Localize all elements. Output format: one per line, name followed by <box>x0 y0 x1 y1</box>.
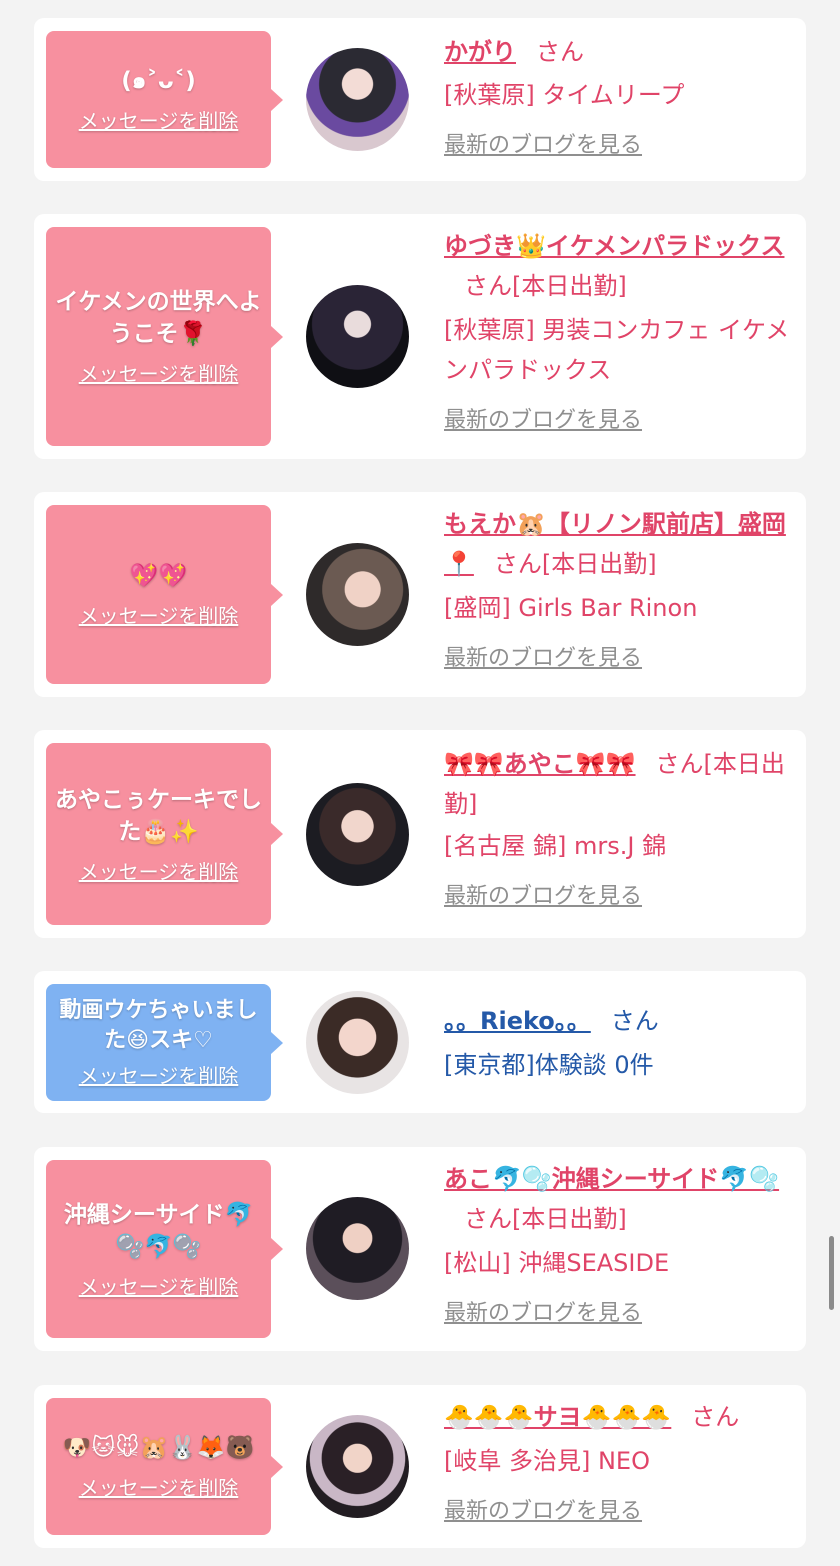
message-card: 沖縄シーサイド🐬🫧🐬🫧 メッセージを削除 あこ🐬🫧沖縄シーサイド🐬🫧 さん[本日出… <box>34 1147 806 1351</box>
honorific: さん <box>493 550 542 578</box>
message-bubble: イケメンの世界へようこそ🌹 メッセージを削除 <box>46 227 271 446</box>
message-text: イケメンの世界へようこそ🌹 <box>55 289 262 347</box>
work-status: [本日出勤] <box>512 1205 627 1233</box>
shop-name: [名古屋 錦] mrs.J 錦 <box>444 832 667 860</box>
profile-name-link[interactable]: かがり <box>444 38 516 66</box>
message-text: 沖縄シーサイド🐬🫧🐬🫧 <box>63 1201 254 1260</box>
message-card: イケメンの世界へようこそ🌹 メッセージを削除 ゆづき👑イケメンパラドックスさん[… <box>34 214 806 459</box>
latest-blog-link[interactable]: 最新のブログを見る <box>444 1493 799 1525</box>
shop-name: [松山] 沖縄SEASIDE <box>444 1249 670 1277</box>
message-card: 💖💖 メッセージを削除 もえか🐹【リノン駅前店】盛岡📍 さん[本日出勤] [盛岡]… <box>34 492 806 697</box>
latest-blog-link[interactable]: 最新のブログを見る <box>444 878 799 910</box>
honorific: さん <box>536 38 584 66</box>
latest-blog-link[interactable]: 最新のブログを見る <box>444 1295 799 1327</box>
avatar[interactable] <box>306 1415 409 1518</box>
message-text: 💖💖 <box>129 563 188 589</box>
honorific: さん <box>464 272 512 300</box>
profile-name-link[interactable]: ゆづき👑イケメンパラドックス <box>444 232 784 260</box>
work-status: [本日出勤] <box>512 272 627 300</box>
message-bubble: 🐶🐱🐭🐹🐰🦊🐻 メッセージを削除 <box>46 1398 271 1535</box>
delete-message-button[interactable]: メッセージを削除 <box>79 1472 239 1501</box>
message-bubble: 動画ウケちゃいました😆スキ♡ メッセージを削除 <box>46 984 271 1101</box>
profile-name-link[interactable]: 。。Rieko。。 <box>444 1007 591 1035</box>
shop-name: [岐阜 多治見] NEO <box>444 1447 650 1475</box>
profile-info: あこ🐬🫧沖縄シーサイド🐬🫧 さん[本日出勤] [松山] 沖縄SEASIDE 最新の… <box>444 1159 799 1327</box>
shop-name: [秋葉原] 男装コンカフェ イケメンパラドックス <box>444 316 790 384</box>
latest-blog-link[interactable]: 最新のブログを見る <box>444 640 799 672</box>
profile-info: 🎀🎀あやこ🎀🎀 さん[本日出勤] [名古屋 錦] mrs.J 錦 最新のブログを見… <box>444 744 799 910</box>
message-list: (๑˃ᴗ˂) メッセージを削除 かがり さん [秋葉原] タイムリープ 最新のブロ… <box>0 0 840 1566</box>
profile-name-link[interactable]: 🐣🐣🐣サヨ🐣🐣🐣 <box>444 1403 671 1431</box>
message-bubble: あやこぅケーキでした🎂✨ メッセージを削除 <box>46 743 271 925</box>
honorific: さん <box>610 1007 659 1035</box>
profile-info: かがり さん [秋葉原] タイムリープ 最新のブログを見る <box>444 32 799 159</box>
latest-blog-link[interactable]: 最新のブログを見る <box>444 402 799 434</box>
message-bubble: 沖縄シーサイド🐬🫧🐬🫧 メッセージを削除 <box>46 1160 271 1338</box>
profile-name-link[interactable]: 🎀🎀あやこ🎀🎀 <box>444 750 636 778</box>
message-card: 動画ウケちゃいました😆スキ♡ メッセージを削除 。。Rieko。。 さん [東京都… <box>34 971 806 1113</box>
shop-name: [盛岡] Girls Bar Rinon <box>444 594 698 622</box>
profile-name-link[interactable]: あこ🐬🫧沖縄シーサイド🐬🫧 <box>444 1165 779 1193</box>
avatar[interactable] <box>306 1197 409 1300</box>
delete-message-button[interactable]: メッセージを削除 <box>79 1060 239 1089</box>
delete-message-button[interactable]: メッセージを削除 <box>79 856 239 885</box>
work-status: [本日出勤] <box>541 550 657 578</box>
honorific: さん <box>655 750 704 778</box>
profile-info: 🐣🐣🐣サヨ🐣🐣🐣 さん [岐阜 多治見] NEO 最新のブログを見る <box>444 1397 799 1525</box>
scrollbar[interactable] <box>829 1236 834 1310</box>
delete-message-button[interactable]: メッセージを削除 <box>79 1271 239 1300</box>
avatar[interactable] <box>306 991 409 1094</box>
shop-name: [秋葉原] タイムリープ <box>444 81 685 109</box>
delete-message-button[interactable]: メッセージを削除 <box>79 600 239 629</box>
review-count: [東京都]体験談 0件 <box>444 1051 654 1079</box>
message-text: 🐶🐱🐭🐹🐰🦊🐻 <box>62 1435 255 1461</box>
message-card: 🐶🐱🐭🐹🐰🦊🐻 メッセージを削除 🐣🐣🐣サヨ🐣🐣🐣 さん [岐阜 多治見] NEO… <box>34 1385 806 1548</box>
message-text: (๑˃ᴗ˂) <box>121 68 196 94</box>
avatar[interactable] <box>306 543 409 646</box>
avatar[interactable] <box>306 285 409 388</box>
avatar[interactable] <box>306 783 409 886</box>
latest-blog-link[interactable]: 最新のブログを見る <box>444 127 799 159</box>
profile-info: 。。Rieko。。 さん [東京都]体験談 0件 <box>444 1001 799 1085</box>
delete-message-button[interactable]: メッセージを削除 <box>79 358 239 387</box>
message-bubble: (๑˃ᴗ˂) メッセージを削除 <box>46 31 271 168</box>
message-text: あやこぅケーキでした🎂✨ <box>55 786 262 845</box>
profile-info: もえか🐹【リノン駅前店】盛岡📍 さん[本日出勤] [盛岡] Girls Bar R… <box>444 504 799 672</box>
avatar[interactable] <box>306 48 409 151</box>
message-card: あやこぅケーキでした🎂✨ メッセージを削除 🎀🎀あやこ🎀🎀 さん[本日出勤] [名… <box>34 730 806 938</box>
message-text: 動画ウケちゃいました😆スキ♡ <box>59 998 258 1053</box>
profile-info: ゆづき👑イケメンパラドックスさん[本日出勤] [秋葉原] 男装コンカフェ イケメ… <box>444 226 799 434</box>
delete-message-button[interactable]: メッセージを削除 <box>79 105 239 134</box>
message-bubble: 💖💖 メッセージを削除 <box>46 505 271 684</box>
honorific: さん <box>691 1403 740 1431</box>
honorific: さん <box>464 1205 512 1233</box>
message-card: (๑˃ᴗ˂) メッセージを削除 かがり さん [秋葉原] タイムリープ 最新のブロ… <box>34 18 806 181</box>
